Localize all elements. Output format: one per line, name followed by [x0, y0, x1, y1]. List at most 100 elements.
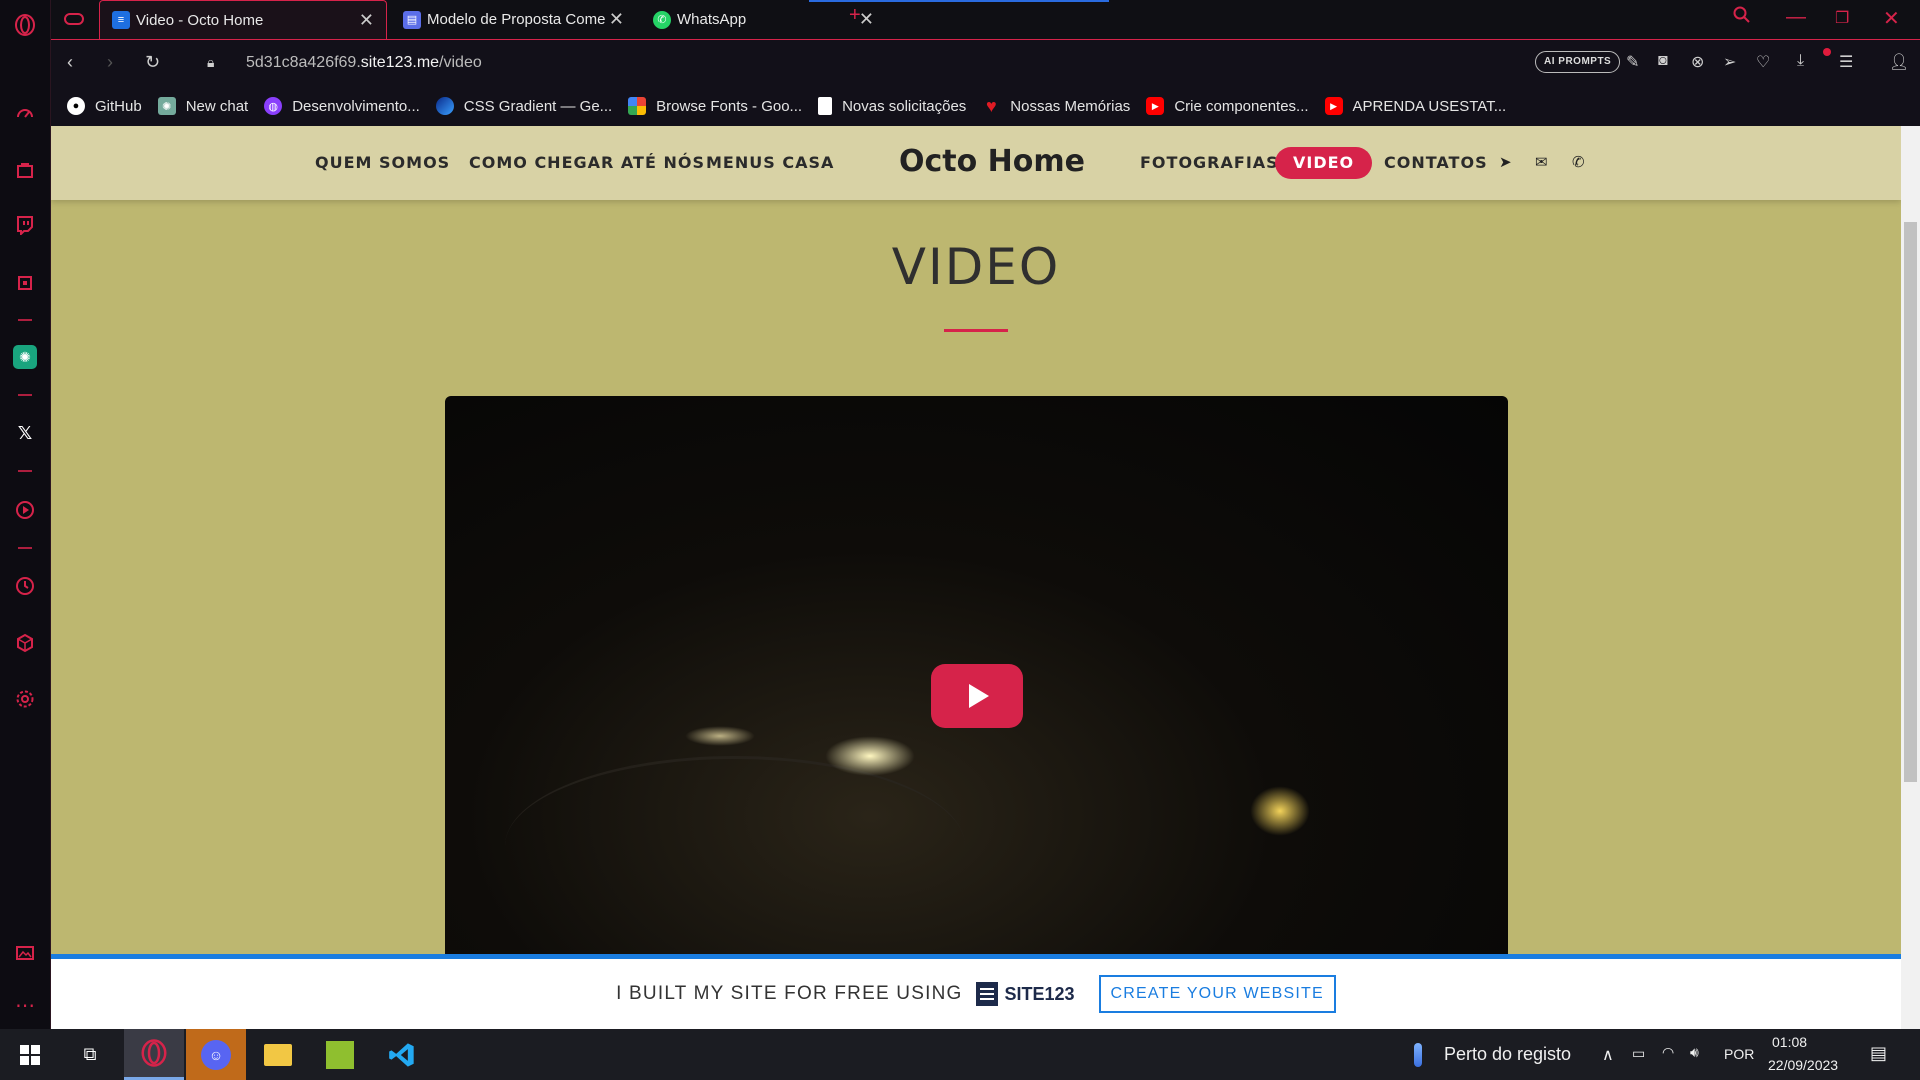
clock-date[interactable]: 22/09/2023 — [1768, 1057, 1838, 1073]
phone-icon[interactable]: ✆ — [1572, 153, 1585, 171]
send-icon[interactable]: ➢ — [1723, 52, 1736, 72]
page-scrollbar[interactable] — [1901, 126, 1920, 1029]
bookmark-novas-solicitacoes[interactable]: Novas solicitações — [818, 97, 966, 115]
nav-video[interactable]: VIDEO — [1275, 147, 1373, 179]
bookmark-css-gradient[interactable]: CSS Gradient — Ge... — [435, 97, 612, 115]
youtube-icon: ▶ — [1146, 97, 1165, 115]
close-tab-icon[interactable]: ✕ — [359, 10, 374, 31]
location-arrow-icon[interactable]: ➤ — [1499, 153, 1512, 171]
bookmark-desenvolvimento[interactable]: ◍ Desenvolvimento... — [264, 97, 420, 115]
opera-gx-icon[interactable] — [124, 1029, 184, 1080]
site123-logo[interactable]: SITE 123 — [976, 982, 1075, 1006]
video-light — [685, 726, 755, 746]
minimize-icon[interactable]: — — [1786, 6, 1806, 29]
envelope-icon[interactable]: ✉ — [1535, 153, 1548, 171]
tab-video-octo-home[interactable]: ≡ Video - Octo Home ✕ — [99, 0, 387, 39]
search-icon[interactable] — [1733, 6, 1751, 30]
bookmark-label: New chat — [185, 97, 249, 115]
profile-icon[interactable]: 👤︎ — [1889, 52, 1909, 72]
url-path: /video — [439, 54, 482, 71]
site123-promo-bar: I BUILT MY SITE FOR FREE USING SITE 123 C… — [51, 954, 1901, 1029]
play-button[interactable] — [931, 664, 1023, 728]
close-tab-icon[interactable]: ✕ — [609, 9, 624, 30]
bookmark-new-chat[interactable]: ✺ New chat — [157, 97, 249, 115]
chatgpt-icon: ✺ — [157, 97, 176, 115]
close-window-icon[interactable]: ✕ — [1883, 6, 1900, 31]
browser-sidebar: ✺ 𝕏 ⋯ — [0, 0, 51, 1029]
more-options-icon[interactable]: ⋯ — [12, 992, 38, 1018]
title-underline — [944, 329, 1008, 332]
shopping-bag-icon[interactable] — [12, 157, 38, 183]
nav-quem-somos[interactable]: QUEM SOMOS — [315, 153, 450, 172]
nav-fotografias[interactable]: FOTOGRAFIAS — [1140, 153, 1279, 172]
speedometer-icon[interactable] — [12, 100, 38, 126]
forward-icon[interactable]: › — [107, 52, 113, 73]
bookmark-github[interactable]: ● GitHub — [67, 97, 142, 115]
opera-logo-icon[interactable] — [12, 12, 38, 38]
tab-modelo-proposta[interactable]: ▤ Modelo de Proposta Come ✕ — [391, 0, 636, 39]
heart-icon[interactable]: ♡ — [1756, 52, 1770, 72]
new-tab-button[interactable]: + — [849, 4, 861, 27]
extensions-cube-icon[interactable] — [12, 630, 38, 656]
player-icon[interactable] — [12, 497, 38, 523]
windows-start-icon[interactable] — [0, 1029, 60, 1080]
reload-icon[interactable]: ↻ — [145, 52, 160, 73]
x-twitter-icon[interactable]: 𝕏 — [12, 420, 38, 446]
scrollbar-thumb[interactable] — [1904, 222, 1917, 782]
app-icon[interactable] — [310, 1029, 370, 1080]
clock-time[interactable]: 01:08 — [1772, 1034, 1807, 1050]
download-badge — [1823, 48, 1831, 56]
nav-contatos[interactable]: CONTATOS — [1384, 153, 1488, 172]
lock-icon[interactable]: 🔒︎ — [207, 54, 214, 71]
notifications-icon[interactable]: ▤ — [1870, 1043, 1887, 1064]
ai-prompts-button[interactable]: AI PROMPTS — [1535, 51, 1621, 73]
tab-strip: ≡ Video - Octo Home ✕ ▤ Modelo de Propos… — [51, 0, 1920, 39]
gradient-icon — [435, 97, 454, 115]
history-icon[interactable] — [12, 573, 38, 599]
close-tab-icon[interactable]: ✕ — [859, 9, 874, 30]
sidebar-separator — [18, 547, 32, 549]
url-field[interactable]: 5d31c8a426f69.site123.me/video — [246, 54, 482, 72]
video-player[interactable] — [445, 396, 1508, 996]
bookmark-label: GitHub — [95, 97, 142, 115]
cpu-limiter-icon[interactable] — [12, 270, 38, 296]
easy-setup-icon[interactable]: ☰ — [1839, 52, 1853, 72]
video-frame-shape — [505, 756, 965, 936]
restore-icon[interactable]: ❐ — [1835, 8, 1849, 28]
camera-icon[interactable]: ◙ — [1658, 52, 1668, 70]
download-icon[interactable]: ⤓ — [1797, 52, 1804, 70]
address-bar-row: ‹ › ↻ 🔒︎ 5d31c8a426f69.site123.me/video … — [51, 39, 1920, 86]
gamepad-icon[interactable] — [61, 6, 87, 32]
discord-icon[interactable]: ☺ — [186, 1029, 246, 1080]
create-website-button[interactable]: CREATE YOUR WEBSITE — [1098, 975, 1336, 1013]
tab-title: WhatsApp — [677, 11, 747, 28]
video-light — [1250, 786, 1310, 836]
language-indicator[interactable]: POR — [1724, 1046, 1754, 1062]
adblock-icon[interactable]: ⊗ — [1691, 52, 1704, 72]
bookmark-aprenda-usestat[interactable]: ▶ APRENDA USESTAT... — [1324, 97, 1507, 115]
site-logo[interactable]: Octo Home — [899, 144, 1085, 179]
wallpaper-icon[interactable] — [12, 940, 38, 966]
file-explorer-icon[interactable] — [248, 1029, 308, 1080]
chevron-up-icon[interactable]: ∧ — [1602, 1045, 1614, 1065]
bookmark-nossas-memorias[interactable]: ♥ Nossas Memórias — [982, 96, 1130, 116]
nav-como-chegar[interactable]: COMO CHEGAR ATÉ NÓS — [469, 153, 705, 172]
bookmark-label: Novas solicitações — [842, 97, 967, 115]
vscode-icon[interactable] — [372, 1029, 432, 1080]
task-view-icon[interactable]: ⧉ — [60, 1029, 120, 1080]
weather-text[interactable]: Perto do registo — [1444, 1044, 1571, 1065]
nav-menus-casa[interactable]: MENUS CASA — [706, 153, 834, 172]
twitch-icon[interactable] — [12, 212, 38, 238]
bookmark-label: APRENDA USESTAT... — [1352, 97, 1507, 115]
thermometer-icon[interactable] — [1388, 1029, 1448, 1080]
chatgpt-icon[interactable]: ✺ — [12, 344, 38, 370]
wifi-icon[interactable]: ◠ — [1662, 1044, 1674, 1061]
volume-icon[interactable]: 🔊︎ — [1690, 1044, 1699, 1061]
bookmark-crie-componentes[interactable]: ▶ Crie componentes... — [1146, 97, 1309, 115]
settings-gear-icon[interactable] — [12, 686, 38, 712]
bookmark-browse-fonts[interactable]: Browse Fonts - Goo... — [628, 97, 802, 115]
battery-icon[interactable]: ▭ — [1632, 1045, 1645, 1062]
sidebar-separator — [18, 394, 32, 396]
edit-share-icon[interactable]: ✎ — [1626, 52, 1639, 72]
back-icon[interactable]: ‹ — [67, 52, 73, 73]
